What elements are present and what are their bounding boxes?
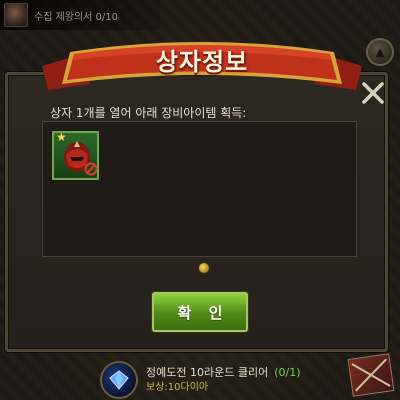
quest-top-label: 수집 제왕의서 0/10 <box>34 11 119 23</box>
close-button[interactable] <box>356 76 390 110</box>
quest-thumbnail <box>4 3 28 27</box>
dialog-title-ribbon: 상자정보 <box>42 32 362 102</box>
diamond-icon <box>100 361 138 399</box>
bottom-quest-tracker[interactable]: 정예도전 10라운드 클리어 (0/1) 보상:10다이아 <box>100 360 330 400</box>
triangle-up-icon: ▲ <box>375 45 385 59</box>
chest-corner-icon[interactable] <box>347 353 395 397</box>
unusable-icon <box>84 162 98 176</box>
scroll-up-button[interactable]: ▲ <box>366 38 394 66</box>
dialog-description: 상자 1개를 열어 아래 장비아이템 획득: <box>50 106 247 120</box>
bottom-quest-title: 정예도전 10라운드 클리어 <box>146 366 269 379</box>
confirm-button[interactable]: 확 인 <box>152 292 248 332</box>
dialog-title: 상자정보 <box>155 48 249 76</box>
quest-tracker-top[interactable]: 수집 제왕의서 0/10 <box>0 0 160 30</box>
bottom-quest-progress: (0/1) <box>274 366 301 379</box>
divider-ornament <box>198 262 210 274</box>
close-icon <box>362 82 384 104</box>
bottom-quest-reward: 보상:10다이아 <box>146 382 209 393</box>
item-slot[interactable]: ★ <box>52 130 99 180</box>
